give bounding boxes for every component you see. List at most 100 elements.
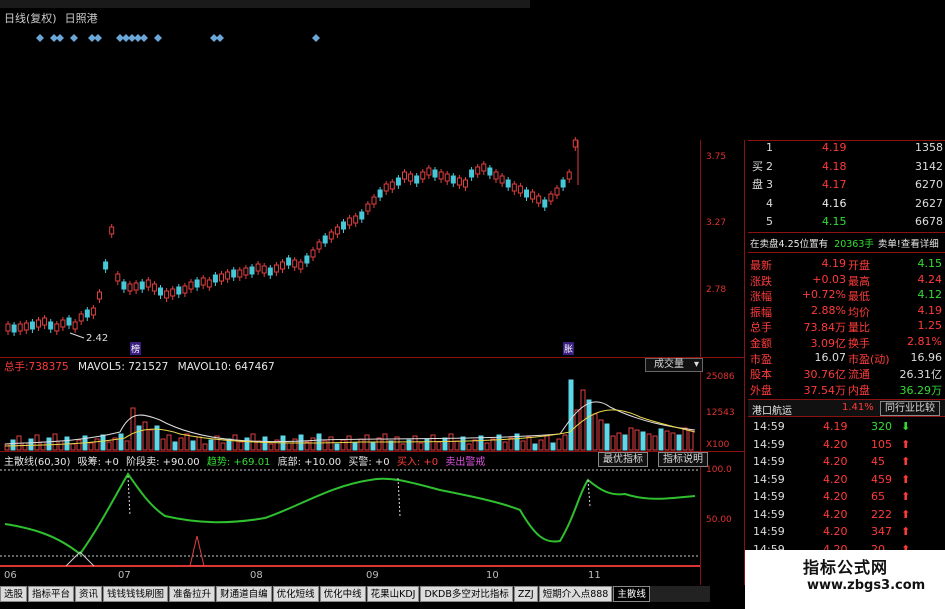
indicator-chart[interactable] [0,466,700,570]
best-indicator-button[interactable]: 最优指标 [598,452,648,467]
volume-bar [52,433,58,451]
candle [243,267,249,276]
volume-bar [370,441,376,451]
candle [463,179,468,188]
tab-news[interactable]: 资讯 [75,586,103,602]
trade-row: 14:59 4.20 105 ⬆ [753,437,911,451]
volume-bar [100,434,106,451]
tab-kdj[interactable]: 花果山KDJ [366,586,420,602]
low-price-label: 2.42 [86,333,108,344]
volume-bar [538,439,544,451]
order-book-row[interactable]: 5 4.15 6678 [766,215,945,234]
candle [389,181,395,190]
volume-bar [22,442,28,451]
volume-bar [10,439,16,451]
tab-dkdb[interactable]: DKDB多空对比指标 [420,586,513,602]
candle [280,261,285,270]
indicator-dropdown[interactable]: 成交量 ▾ [645,358,703,372]
volume-bar [46,437,52,451]
indicator-help-button[interactable]: 指标说明 [658,452,708,467]
candle [273,264,279,273]
quote-row: 振幅 2.88% 均价 4.19 [750,303,942,319]
tab-zzj[interactable]: ZZJ [513,586,538,602]
candle [456,177,462,186]
trade-row: 14:59 4.20 65 ⬆ [753,490,911,503]
volume-bar [178,437,184,451]
candle [304,255,310,264]
volume-bar [568,379,574,451]
candle [90,307,96,316]
candle [365,203,371,212]
candle [286,257,292,266]
candle [158,287,163,296]
volume-bar [334,443,340,451]
candle [530,191,536,200]
candle [127,283,133,292]
candle [176,286,182,295]
tab-money-chart[interactable]: 钱钱钱钱刷图 [103,586,169,602]
volume-bar [364,434,370,451]
volume-bar [574,409,580,451]
candle [298,261,304,270]
tab-entry-point[interactable]: 短期介入点888 [538,586,613,602]
quote-row: 涨跌 +0.03 最高 4.24 [750,272,942,288]
quote-row: 涨幅 +0.72% 最低 4.12 [750,288,942,304]
volume-tick: 12543 [706,408,735,418]
volume-bar [238,441,244,451]
volume-bar [598,419,604,451]
tab-wealth-channel[interactable]: 财通道自编 [216,586,272,602]
candle [334,226,340,235]
volume-bar [130,407,136,451]
tab-short-term[interactable]: 优化短线 [272,586,319,602]
candle [225,271,231,280]
candle [548,193,554,202]
tab-main-retail-line[interactable]: 主散线 [613,586,650,602]
candle [395,177,401,186]
tab-stock-select[interactable]: 选股 [0,586,28,602]
volume-bar [286,442,292,451]
volume-bar [376,437,382,451]
price-tick: 3.27 [706,218,727,228]
volume-bar [490,438,496,451]
candlestick-chart[interactable]: 2.42 [0,135,700,357]
candle [194,279,200,288]
volume-bar [268,443,274,451]
tab-mid-term[interactable]: 优化中线 [319,586,366,602]
buy-side-label: 买 盘 [752,160,763,191]
volume-bar [616,432,622,451]
industry-compare-button[interactable]: 同行业比较 [880,401,940,416]
candle [23,322,29,331]
quote-row: 外盘 37.54万 内盘 36.29万 [750,383,942,397]
candle [444,173,450,182]
volume-bar [670,432,676,451]
volume-bar [262,436,268,451]
volume-bar [610,435,616,451]
watermark-logo: 指标公式网 www.zbgs3.com [745,550,945,609]
order-book-row[interactable]: 1 4.19 1358 [766,141,945,160]
volume-chart[interactable] [0,372,700,452]
volume-bar [340,439,346,451]
volume-bar [484,442,490,451]
volume-bar [532,443,538,451]
candle [151,283,157,292]
order-book-row[interactable]: 3 4.17 6270 [766,178,945,197]
volume-bar [172,441,178,451]
candle [371,196,377,205]
order-book-row[interactable]: 4 4.16 2627 [766,197,945,216]
period-label[interactable]: 日线(复权) [4,12,57,25]
candle [97,291,102,300]
candle [542,199,548,208]
industry-name[interactable]: 港口航运 [752,402,792,417]
volume-bar [520,440,526,451]
volume-bar [88,442,94,451]
order-alert-banner[interactable]: 在卖盘4.25位置有 20363手 卖单!查看详细 [750,236,944,250]
event-marker[interactable]: 榜 [130,342,142,355]
event-marker[interactable]: 胀 [563,342,575,355]
tab-indicator-platform[interactable]: 指标平台 [28,586,75,602]
order-book-row[interactable]: 2 4.18 3142 [766,160,945,179]
candle [11,324,17,333]
candle [475,166,481,175]
top-menu-strip [0,0,530,8]
tab-prepare-rise[interactable]: 准备拉升 [169,586,216,602]
volume-bar [316,433,322,451]
